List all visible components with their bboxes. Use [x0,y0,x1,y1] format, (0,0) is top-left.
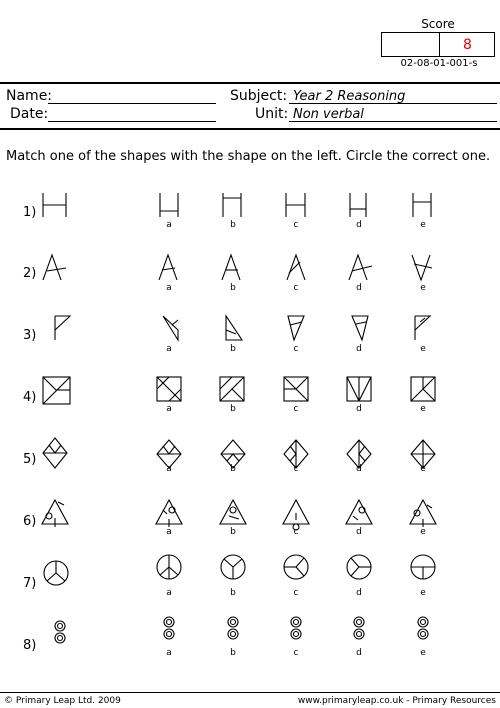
q3-option-a[interactable] [162,315,179,342]
q3-prompt-shape [54,315,72,340]
q2-option-a[interactable] [158,253,178,281]
q5-option-e[interactable] [410,439,436,469]
shapes-canvas [41,193,437,644]
q1-option-d[interactable] [349,193,367,217]
q7-option-c[interactable] [283,554,309,580]
footer-site: www.primaryleap.co.uk - Primary Resource… [297,696,496,706]
q4-option-c[interactable] [283,376,309,402]
q6-prompt-shape [41,498,69,527]
q3-option-e[interactable] [414,315,432,340]
q2-option-e[interactable] [411,254,433,282]
q7-option-e[interactable] [410,554,436,580]
q3-option-c[interactable] [287,315,305,342]
q7-option-b[interactable] [220,554,246,580]
q7-prompt-shape [43,560,69,586]
q7-option-a[interactable] [156,554,182,580]
q2-option-b[interactable] [221,253,241,281]
footer-copyright: © Primary Leap Ltd. 2009 [4,696,121,706]
q2-option-c[interactable] [286,253,306,281]
q8-prompt-shape [54,620,66,644]
q4-option-a[interactable] [156,376,182,402]
q1-option-e[interactable] [412,193,432,217]
q8-option-d[interactable] [353,616,365,640]
q5-option-c[interactable] [283,439,309,469]
q6-option-c[interactable] [282,498,310,531]
footer-rule [0,692,500,693]
q6-option-d[interactable] [345,498,373,525]
q3-option-b[interactable] [225,314,244,341]
q6-option-e[interactable] [409,498,437,527]
q2-option-d[interactable] [348,253,373,281]
q5-prompt-shape [42,437,68,469]
q1-option-a[interactable] [159,193,179,217]
q4-option-d[interactable] [346,376,372,402]
q5-option-d[interactable] [346,439,372,469]
q8-option-c[interactable] [290,616,302,640]
q4-prompt-shape [42,376,71,405]
q3-option-d[interactable] [351,315,369,342]
q1-prompt-shape [42,193,67,217]
q2-prompt-shape [42,253,67,281]
q5-option-b[interactable] [220,439,246,469]
q1-option-b[interactable] [222,193,242,217]
q6-option-a[interactable] [155,498,183,527]
q8-option-b[interactable] [227,616,239,640]
q6-option-b[interactable] [219,498,247,525]
q8-option-e[interactable] [417,616,429,640]
q5-option-a[interactable] [156,439,182,469]
q1-option-c[interactable] [285,193,306,217]
q8-option-a[interactable] [163,616,175,640]
q7-option-d[interactable] [346,554,372,580]
q4-option-e[interactable] [410,376,436,402]
q4-option-b[interactable] [219,376,245,402]
